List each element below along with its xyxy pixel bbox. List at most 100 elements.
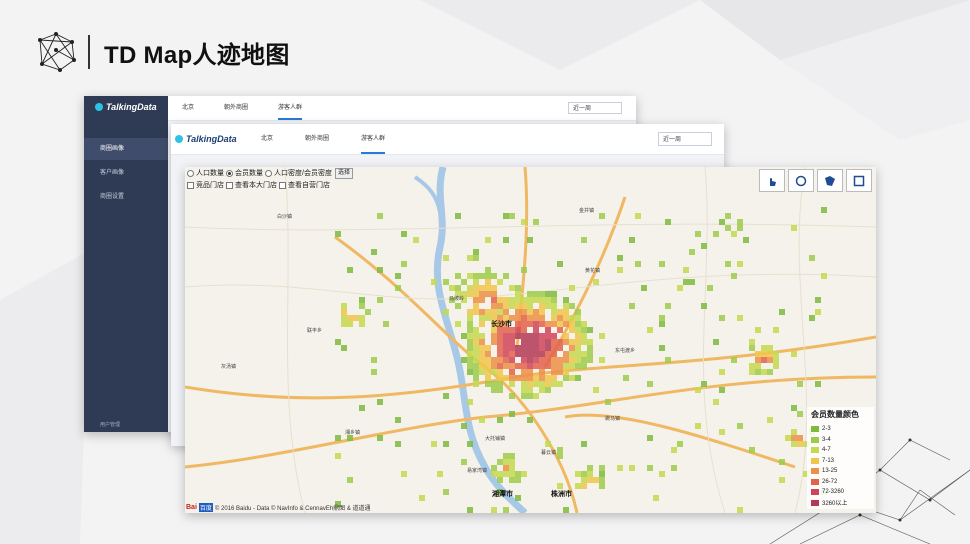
heatmap-window: 长沙市 湘潭市 株洲市 白沙镇 联丰乡 东屯渡乡 灰汤镇 大托铺镇 暮云镇 马坡… [185, 167, 876, 513]
heat-cell [545, 327, 551, 333]
heat-cell [569, 363, 575, 369]
heat-cell [467, 363, 473, 369]
radio-members[interactable] [226, 169, 233, 177]
heat-cell [557, 309, 563, 315]
heat-cell [563, 321, 569, 327]
checkbox-big-stores[interactable] [226, 181, 233, 189]
heat-cell [653, 495, 659, 501]
date-select[interactable]: 近一周 [658, 132, 712, 146]
heat-cell [575, 315, 581, 321]
sidebar-item-customer[interactable]: 客户画像 [84, 162, 168, 184]
heat-cell [557, 357, 563, 363]
heat-cell [509, 363, 515, 369]
checkbox-own-stores[interactable] [279, 181, 286, 189]
heat-cell [377, 267, 383, 273]
heat-cell [539, 351, 545, 357]
heat-cell [575, 363, 581, 369]
heat-cell [455, 213, 461, 219]
nav-crowd[interactable]: 游客人群 [278, 96, 303, 120]
heat-cell [497, 297, 503, 303]
heat-cell [527, 315, 533, 321]
nav-city[interactable]: 北京 [261, 124, 273, 154]
heat-cell [497, 459, 503, 465]
heat-cell [497, 477, 503, 483]
heat-cell [557, 369, 563, 375]
heat-cell [479, 339, 485, 345]
heat-cell [623, 375, 629, 381]
hand-pointer-icon[interactable] [759, 169, 785, 192]
nav-city[interactable]: 北京 [182, 96, 194, 120]
heat-cell [491, 357, 497, 363]
legend-label: 13-25 [822, 468, 838, 475]
heat-cell [521, 363, 527, 369]
date-select[interactable]: 近一周 [568, 102, 622, 114]
heat-cell [665, 219, 671, 225]
heat-cell [539, 345, 545, 351]
heat-cell [599, 465, 605, 471]
polygon-icon[interactable] [817, 169, 843, 192]
place-label: 黄花镇 [585, 268, 601, 274]
heat-cell [791, 435, 797, 441]
heat-cell [581, 363, 587, 369]
heat-cell [731, 357, 737, 363]
heat-cell [347, 267, 353, 273]
brand-icon [95, 103, 103, 111]
select-button[interactable]: 选择 [334, 167, 353, 179]
heat-cell [395, 441, 401, 447]
heat-cell [461, 459, 467, 465]
place-label: 联丰乡 [307, 328, 323, 334]
heat-cell [497, 417, 503, 423]
rectangle-icon[interactable] [846, 169, 872, 192]
circle-icon[interactable] [788, 169, 814, 192]
heat-cell [581, 357, 587, 363]
heat-cell [431, 441, 437, 447]
heat-cell [455, 303, 461, 309]
heat-cell [821, 273, 827, 279]
heat-cell [617, 465, 623, 471]
heat-cell [497, 387, 503, 393]
heat-cell [551, 291, 557, 297]
heat-cell [767, 345, 773, 351]
heat-cell [551, 363, 557, 369]
heat-cell [659, 471, 665, 477]
heat-cell [521, 471, 527, 477]
nav-area[interactable]: 朝外商圈 [305, 124, 329, 154]
heat-cell [509, 471, 515, 477]
legend-label: 4-7 [822, 447, 831, 454]
heat-cell [395, 285, 401, 291]
heat-cell [491, 333, 497, 339]
heat-cell [473, 279, 479, 285]
heat-cell [359, 405, 365, 411]
heat-cell [509, 339, 515, 345]
nav-area[interactable]: 朝外商圈 [224, 96, 248, 120]
sidebar-footer-user-management[interactable]: 用户管理 [100, 421, 120, 428]
heat-cell [377, 399, 383, 405]
heat-cell [779, 309, 785, 315]
heat-cell [539, 357, 545, 363]
heat-cell [515, 375, 521, 381]
radio-density[interactable] [265, 169, 272, 177]
sidebar-item-business-area[interactable]: 商圈画像 [84, 138, 168, 160]
heat-cell [473, 369, 479, 375]
heat-cell [503, 459, 509, 465]
heat-cell [737, 219, 743, 225]
radio-population[interactable] [187, 169, 194, 177]
heat-cell [773, 351, 779, 357]
heat-cell [599, 357, 605, 363]
heat-cell [485, 381, 491, 387]
legend-swatch [811, 457, 819, 464]
heat-cell [461, 279, 467, 285]
heat-cell [479, 357, 485, 363]
heat-cell [695, 231, 701, 237]
nav-crowd[interactable]: 游客人群 [361, 124, 386, 154]
heat-cell [797, 435, 803, 441]
heat-cell [371, 357, 377, 363]
heat-cell [401, 231, 407, 237]
heat-cell [749, 345, 755, 351]
heat-cell [719, 387, 725, 393]
heat-cell [599, 333, 605, 339]
sidebar-item-settings[interactable]: 商圈设置 [84, 186, 168, 208]
heat-cell [599, 483, 605, 489]
heat-cell [647, 465, 653, 471]
checkbox-competitor-stores[interactable] [187, 181, 194, 189]
